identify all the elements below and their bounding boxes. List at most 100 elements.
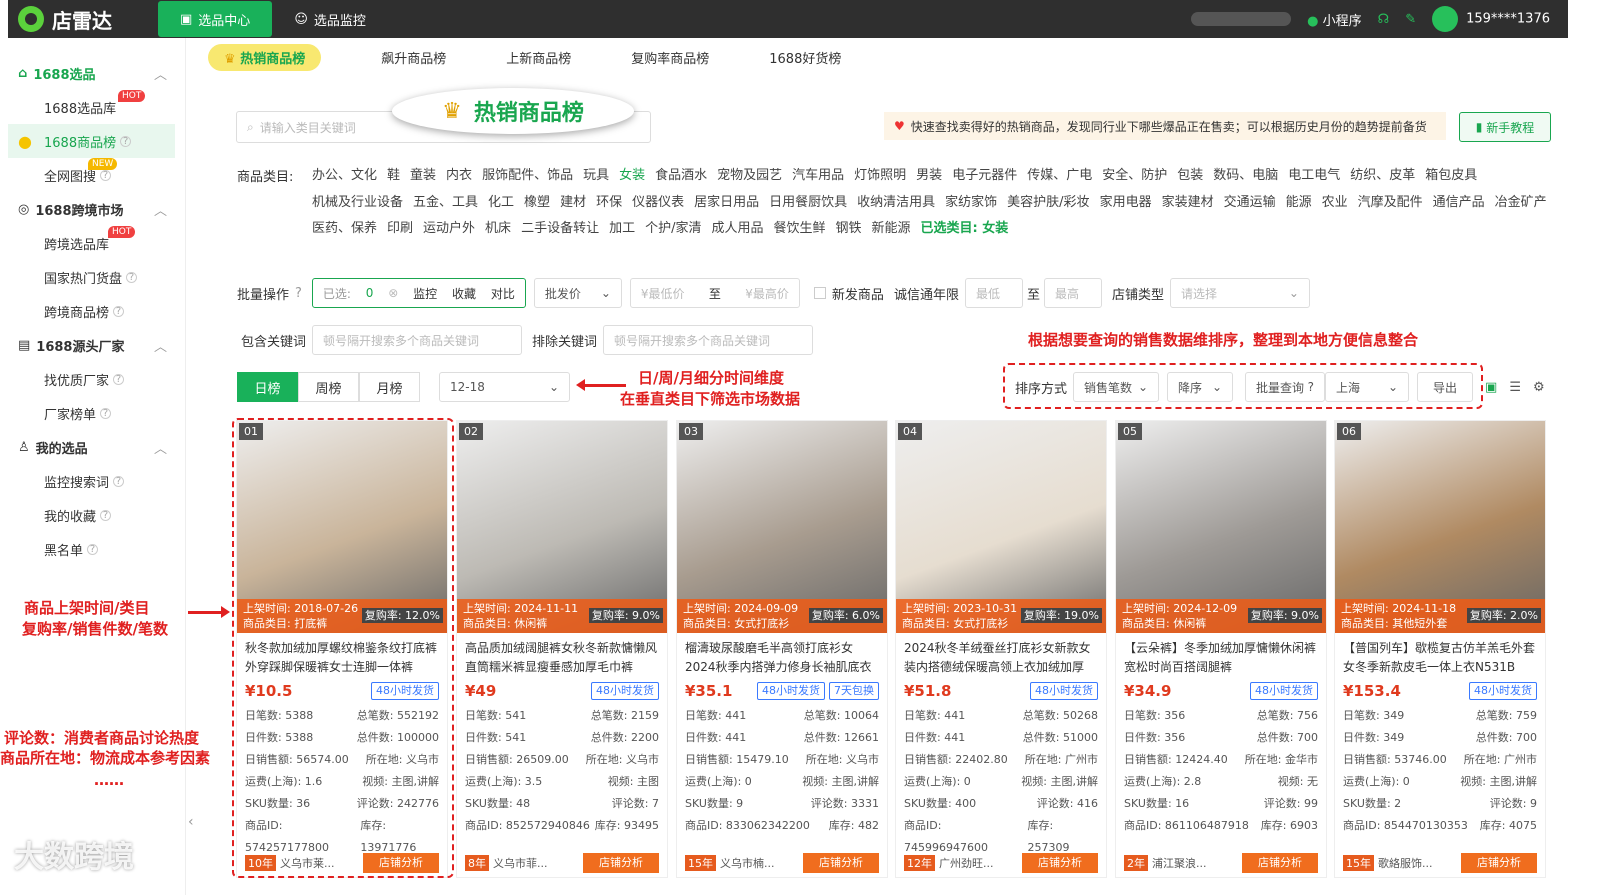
collect-button[interactable]: 收藏 <box>452 285 476 302</box>
max-price-input[interactable]: ¥最高价 <box>745 285 789 302</box>
tab-good-goods[interactable]: 1688好货榜 <box>769 48 841 67</box>
category-item[interactable]: 机械及行业设备 <box>312 195 403 210</box>
tab-repurchase[interactable]: 复购率商品榜 <box>631 48 709 67</box>
tab-rising[interactable]: 飙升商品榜 <box>381 48 446 67</box>
collapse-icon[interactable]: ‹ <box>188 814 194 830</box>
date-select[interactable]: 12-18 ⌄ <box>439 372 570 402</box>
include-keyword-input[interactable]: 顿号隔开搜索多个商品关键词 <box>312 325 523 355</box>
user-account[interactable]: 159****1376 <box>1432 6 1550 32</box>
category-item[interactable]: 餐饮生鲜 <box>774 221 826 236</box>
price-range[interactable]: ¥最低价至 ¥最高价 <box>629 278 800 308</box>
sidebar-item-image-search[interactable]: 全网图搜? NEW <box>8 158 185 192</box>
category-item[interactable]: 机床 <box>485 221 511 236</box>
mini-program-link[interactable]: ● 小程序 <box>1307 10 1362 29</box>
product-title[interactable]: 【云朵裤】冬季加绒加厚慵懒休闲裤宽松时尚百搭阔腿裤 <box>1116 633 1326 677</box>
category-item[interactable]: 电工电气 <box>1288 168 1340 183</box>
category-item[interactable]: 安全、防护 <box>1102 168 1167 183</box>
shop-analysis-button[interactable]: 店铺分析 <box>1022 853 1098 873</box>
category-item[interactable]: 传媒、广电 <box>1027 168 1092 183</box>
product-title[interactable]: 【普国列车】歇榄复古仿羊羔毛外套女冬季新款皮毛一体上衣N531B <box>1335 633 1545 677</box>
sidebar-item-find-factory[interactable]: 找优质厂家? <box>8 362 185 396</box>
category-item[interactable]: 冶金矿产 <box>1495 195 1547 210</box>
product-image[interactable]: 02 上架时间: 2024-11-11 商品类目: 休闲裤 复购率: 9.0% <box>457 421 667 633</box>
category-item[interactable]: 电子元器件 <box>952 168 1017 183</box>
category-item[interactable]: 汽车用品 <box>792 168 844 183</box>
monitor-button[interactable]: 监控 <box>413 285 437 302</box>
category-item[interactable]: 内衣 <box>446 168 472 183</box>
category-item[interactable]: 童装 <box>410 168 436 183</box>
nav-product-monitor[interactable]: ☺ 选品监控 <box>272 1 388 37</box>
category-item[interactable]: 食品酒水 <box>655 168 707 183</box>
brand-logo[interactable]: 店雷达 <box>18 5 158 34</box>
trust-min-input[interactable]: 最低 <box>964 278 1023 308</box>
product-card[interactable]: 04 上架时间: 2023-10-31 商品类目: 女式打底衫 复购率: 19.… <box>895 420 1107 878</box>
category-item[interactable]: 农业 <box>1322 195 1348 210</box>
category-item[interactable]: 女装 <box>619 168 645 183</box>
settings-icon[interactable]: ⚙ <box>1533 380 1545 395</box>
product-title[interactable]: 高品质加绒阔腿裤女秋冬新款慵懒风直筒糯米裤显瘦垂感加厚毛巾裤 <box>457 633 667 677</box>
category-item[interactable]: 个护/家清 <box>645 221 701 236</box>
tutorial-button[interactable]: ▮ 新手教程 <box>1459 112 1551 142</box>
category-item[interactable]: 家用电器 <box>1100 195 1152 210</box>
sidebar-item-monitor-keywords[interactable]: 监控搜索词? <box>8 464 185 498</box>
category-item[interactable]: 男装 <box>916 168 942 183</box>
day-rank-button[interactable]: 日榜 <box>237 372 298 402</box>
category-item[interactable]: 加工 <box>609 221 635 236</box>
compare-button[interactable]: 对比 <box>491 285 515 302</box>
price-type-select[interactable]: 批发价 ⌄ <box>533 278 622 308</box>
shop-type-select[interactable]: 请选择 ⌄ <box>1169 278 1310 308</box>
product-image[interactable]: 04 上架时间: 2023-10-31 商品类目: 女式打底衫 复购率: 19.… <box>896 421 1106 633</box>
category-item[interactable]: 办公、文化 <box>312 168 377 183</box>
sidebar-group-1688[interactable]: ⌂ 1688选品 ︿ <box>8 56 185 90</box>
shop-name[interactable]: 义乌市菲... <box>493 855 548 871</box>
nav-product-center[interactable]: ▣ 选品中心 <box>158 1 273 37</box>
category-item[interactable]: 通信产品 <box>1433 195 1485 210</box>
clear-icon[interactable]: ⊗ <box>388 286 398 300</box>
batch-selector[interactable]: 已选: 0 ⊗ 监控 收藏 对比 <box>311 278 526 308</box>
category-item[interactable]: 纺织、皮革 <box>1350 168 1415 183</box>
month-rank-button[interactable]: 月榜 <box>359 372 420 402</box>
blurred-promo[interactable] <box>1191 12 1292 26</box>
category-item[interactable]: 二手设备转让 <box>521 221 599 236</box>
category-item[interactable]: 收纳清洁用具 <box>857 195 935 210</box>
category-item[interactable]: 宠物及园艺 <box>717 168 782 183</box>
shop-name[interactable]: 浦江聚浪... <box>1152 855 1207 871</box>
category-item[interactable]: 印刷 <box>387 221 413 236</box>
sidebar-item-favorites[interactable]: 我的收藏? <box>8 498 185 532</box>
category-item[interactable]: 居家日用品 <box>694 195 759 210</box>
shop-analysis-button[interactable]: 店铺分析 <box>1242 853 1318 873</box>
category-item[interactable]: 化工 <box>488 195 514 210</box>
category-item[interactable]: 服饰配件、饰品 <box>482 168 573 183</box>
trust-max-input[interactable]: 最高 <box>1043 278 1102 308</box>
category-item[interactable]: 环保 <box>596 195 622 210</box>
sidebar-group-my[interactable]: ♙ 我的选品 ︿ <box>8 430 185 464</box>
category-item[interactable]: 灯饰照明 <box>854 168 906 183</box>
category-item[interactable]: 箱包皮具 <box>1425 168 1477 183</box>
category-item[interactable]: 建材 <box>560 195 586 210</box>
sidebar-item-1688-library[interactable]: 1688选品库 HOT <box>8 90 185 124</box>
category-item[interactable]: 日用餐厨饮具 <box>769 195 847 210</box>
sidebar-item-blacklist[interactable]: 黑名单? <box>8 532 185 566</box>
category-item[interactable]: 钢铁 <box>836 221 862 236</box>
product-title[interactable]: 2024秋冬羊绒蚕丝打底衫女新款女装内搭德绒保暖高领上衣加绒加厚 <box>896 633 1106 677</box>
headset-icon[interactable]: ☊ <box>1378 12 1390 27</box>
shop-analysis-button[interactable]: 店铺分析 <box>803 853 879 873</box>
category-item[interactable]: 五金、工具 <box>413 195 478 210</box>
shop-name[interactable]: 义乌市楠... <box>720 855 775 871</box>
category-item[interactable]: 玩具 <box>583 168 609 183</box>
shop-name[interactable]: 歌絡服饰... <box>1378 855 1433 871</box>
category-item[interactable]: 新能源 <box>872 221 911 236</box>
edit-icon[interactable]: ✎ <box>1405 12 1416 27</box>
sidebar-item-1688-ranking[interactable]: ● 1688商品榜? <box>8 124 175 158</box>
image-view-icon[interactable]: ▣ <box>1485 380 1497 395</box>
sidebar-group-factory[interactable]: ▤ 1688源头厂家 ︿ <box>8 328 185 362</box>
tab-hot-sales[interactable]: ♛ 热销商品榜 <box>208 43 322 71</box>
category-item[interactable]: 包装 <box>1177 168 1203 183</box>
week-rank-button[interactable]: 周榜 <box>298 372 359 402</box>
product-card[interactable]: 03 上架时间: 2024-09-09 商品类目: 女式打底衫 复购率: 6.0… <box>676 420 888 878</box>
sidebar-group-cross-border[interactable]: ◎ 1688跨境市场 ︿ <box>8 192 185 226</box>
category-item[interactable]: 美容护肤/彩妆 <box>1007 195 1089 210</box>
category-item[interactable]: 能源 <box>1286 195 1312 210</box>
shop-analysis-button[interactable]: 店铺分析 <box>583 853 659 873</box>
category-item[interactable]: 鞋 <box>387 168 400 183</box>
